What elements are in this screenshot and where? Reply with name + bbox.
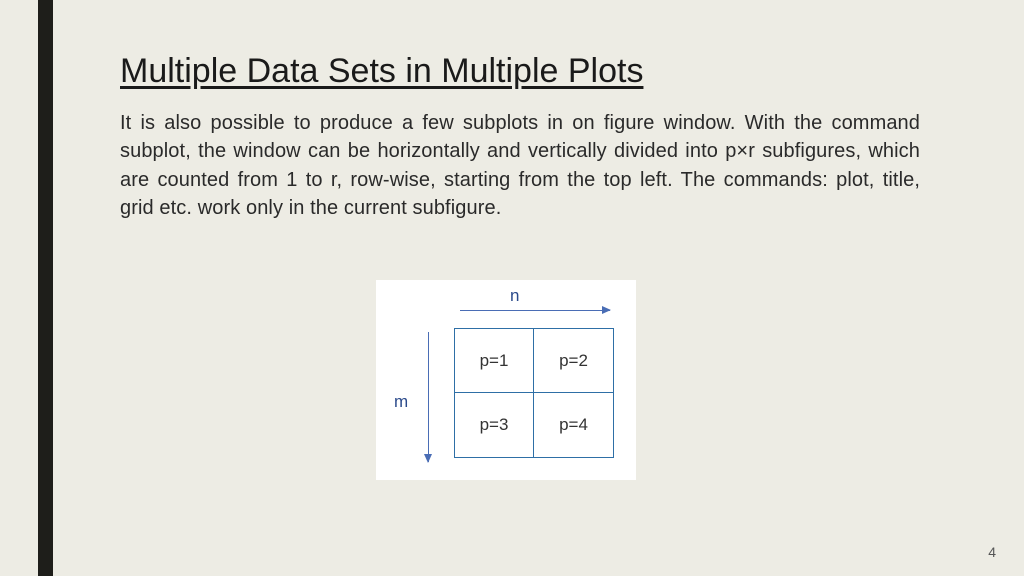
row-axis-label: m: [394, 392, 408, 412]
column-axis-label: n: [510, 286, 519, 306]
grid-cell: p=4: [534, 393, 613, 457]
page-number: 4: [988, 544, 996, 560]
slide-body-text: It is also possible to produce a few sub…: [120, 109, 920, 223]
column-axis-arrow: [460, 310, 610, 311]
row-axis-arrow: [428, 332, 429, 462]
accent-stripe: [38, 0, 53, 576]
subplot-diagram: n m p=1 p=2 p=3 p=4: [376, 280, 636, 480]
grid-cell: p=2: [534, 329, 613, 393]
grid-cell: p=1: [455, 329, 534, 393]
subplot-grid: p=1 p=2 p=3 p=4: [454, 328, 614, 458]
slide-content: Multiple Data Sets in Multiple Plots It …: [120, 52, 920, 223]
grid-cell: p=3: [455, 393, 534, 457]
slide-title: Multiple Data Sets in Multiple Plots: [120, 52, 920, 91]
